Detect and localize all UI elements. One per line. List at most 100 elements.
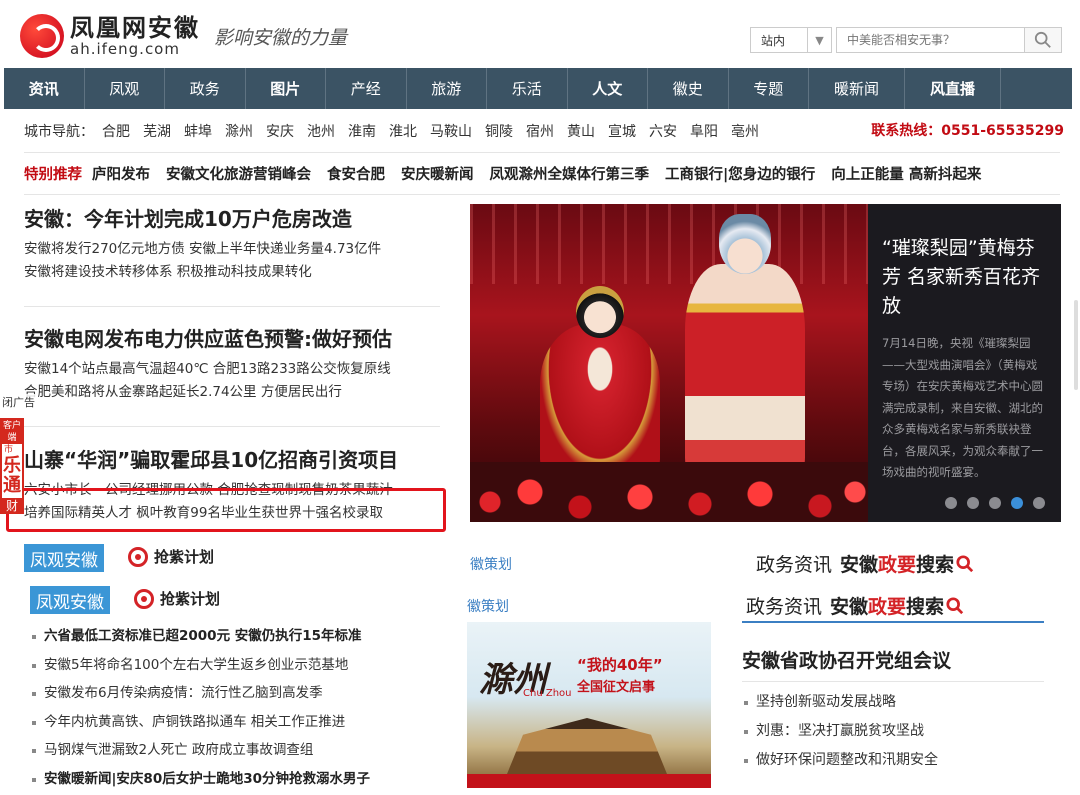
news-line[interactable]: 安徽将发行270亿元地方债 安徽上半年快递业务量4.73亿件 (24, 238, 444, 261)
list-item[interactable]: 今年内杭黄高铁、庐铜铁路拟通车 相关工作正推进 (30, 708, 450, 737)
search-button[interactable] (1024, 27, 1062, 53)
fengguan-tag[interactable]: 凤观安徽 (30, 586, 110, 614)
stage-flowers (470, 462, 868, 522)
nav-item-lehuo[interactable]: 乐活 (487, 68, 568, 109)
city-nav: 城市导航： 合肥 芜湖 蚌埠 滁州 安庆 池州 淮南 淮北 马鞍山 铜陵 宿州 … (24, 120, 1064, 142)
nav-item-fengguan[interactable]: 凤观 (85, 68, 165, 109)
city-link[interactable]: 阜阳 (690, 121, 718, 141)
gov-headline[interactable]: 安徽省政协召开党组会议 (742, 646, 951, 673)
carousel-dot[interactable] (945, 497, 957, 509)
news-line[interactable]: 安徽14个站点最高气温超40℃ 合肥13路233路公交恢复原线 (24, 358, 444, 381)
logo-url: ah.ifeng.com (70, 39, 180, 58)
divider (24, 152, 1060, 153)
recommend-link[interactable]: 庐阳发布 (92, 163, 150, 184)
chevron-down-icon[interactable]: ▼ (807, 28, 831, 52)
search-scope-select[interactable]: 站内 ▼ (750, 27, 832, 53)
city-link[interactable]: 滁州 (225, 121, 253, 141)
gov-tab-label: 政务资讯 (746, 596, 823, 618)
qiangzi-logo[interactable]: 抢紫计划 (134, 588, 220, 609)
nav-item-huishi[interactable]: 徽史 (648, 68, 729, 109)
city-link[interactable]: 淮南 (348, 121, 376, 141)
list-item[interactable]: 做好环保问题整改和汛期安全 (744, 746, 938, 775)
close-ad-button[interactable]: 闭广告 (2, 394, 35, 410)
chuzhou-poster[interactable]: 滁州 Chu Zhou “我的40年” 全国征文启事 (467, 622, 711, 788)
city-link[interactable]: 合肥 (102, 121, 130, 141)
list-item[interactable]: 六省最低工资标准已超2000元 安徽仍执行15年标准 (30, 622, 450, 651)
carousel-dot-active[interactable] (1011, 497, 1023, 509)
poster-band (467, 774, 711, 788)
nav-item-tupian[interactable]: 图片 (246, 68, 326, 109)
photo-carousel[interactable]: “璀璨梨园”黄梅芬芳 名家新秀百花齐放 7月14日晚，央视《璀璨梨园——大型戏曲… (470, 204, 1061, 522)
recommend-link[interactable]: 食安合肥 (327, 163, 385, 184)
city-link[interactable]: 蚌埠 (184, 121, 212, 141)
search-scope-label: 站内 (761, 33, 786, 48)
hui-cehua-link[interactable]: 徽策划 (470, 554, 512, 574)
city-link[interactable]: 宣城 (608, 121, 636, 141)
fengguan-tag[interactable]: 凤观安徽 (24, 544, 104, 572)
recommend-link[interactable]: 工商银行|您身边的银行 (665, 163, 815, 184)
list-item[interactable]: 马钢煤气泄漏致2人死亡 政府成立事故调查组 (30, 736, 450, 765)
heart-icon (134, 588, 154, 609)
nav-item-lvyou[interactable]: 旅游 (407, 68, 487, 109)
city-link[interactable]: 宿州 (526, 121, 554, 141)
search-icon (946, 596, 964, 614)
carousel-dot[interactable] (967, 497, 979, 509)
city-link[interactable]: 六安 (649, 121, 677, 141)
floating-ad[interactable]: 客户端 市 乐通 财 (0, 418, 24, 514)
poster-pinyin: Chu Zhou (523, 688, 572, 699)
list-item[interactable]: 坚持创新驱动发展战略 (744, 688, 938, 717)
city-link[interactable]: 铜陵 (485, 121, 513, 141)
fengguan-list: 六省最低工资标准已超2000元 安徽仍执行15年标准 安徽5年将命名100个左右… (30, 622, 450, 794)
nav-item-nuanxinwen[interactable]: 暖新闻 (809, 68, 905, 109)
search-input[interactable] (836, 27, 1024, 53)
hui-cehua-link[interactable]: 徽策划 (467, 596, 509, 616)
gov-tab-label: 政务资讯 (756, 554, 833, 576)
news-line[interactable]: 合肥美和路将从金寨路起延长2.74公里 方便居民出行 (24, 381, 444, 404)
divider (742, 621, 1044, 623)
gov-header[interactable]: 政务资讯 安徽政要搜索 (746, 592, 964, 619)
highlight-box (6, 488, 446, 532)
nav-item-zhengwu[interactable]: 政务 (165, 68, 246, 109)
nav-item-zixun[interactable]: 资讯 (4, 68, 85, 109)
city-link[interactable]: 马鞍山 (430, 121, 472, 141)
site-logo[interactable]: 凤凰网安徽 ah.ifeng.com 影响安徽的力量 (20, 14, 347, 58)
carousel-dot[interactable] (1033, 497, 1045, 509)
city-link[interactable]: 淮北 (389, 121, 417, 141)
divider (24, 194, 1060, 195)
carousel-dots (945, 497, 1055, 509)
recommend-link[interactable]: 安徽文化旅游营销峰会 (166, 163, 311, 184)
qiangzi-label: 抢紫计划 (160, 590, 221, 608)
gov-list: 坚持创新驱动发展战略 刘惠：坚决打赢脱贫攻坚战 做好环保问题整改和汛期安全 (744, 688, 938, 775)
news-headline[interactable]: 安徽：今年计划完成10万户危房改造 (24, 205, 444, 233)
news-headline[interactable]: 安徽电网发布电力供应蓝色预警:做好预估 (24, 325, 444, 353)
city-link[interactable]: 芜湖 (143, 121, 171, 141)
nav-item-fengzhibo[interactable]: 风直播 (905, 68, 1001, 109)
recommend-link[interactable]: 凤观滁州全媒体行第三季 (490, 163, 650, 184)
carousel-desc: 7月14日晚，央视《璀璨梨园——大型戏曲演唱会》（黄梅戏专场）在安庆黄梅戏艺术中… (882, 336, 1043, 479)
recommend-link[interactable]: 向上正能量 高新抖起来 (831, 163, 981, 184)
divider (742, 681, 1044, 682)
carousel-dot[interactable] (989, 497, 1001, 509)
news-line[interactable]: 安徽将建设技术转移体系 积极推动科技成果转化 (24, 261, 444, 284)
poster-subtitle: 全国征文启事 (577, 680, 656, 695)
ad-text: 乐通 (3, 455, 21, 496)
list-item[interactable]: 安徽暖新闻|安庆80后女护士跪地30分钟抢救溺水男子 (30, 765, 450, 794)
list-item[interactable]: 安徽发布6月传染病疫情：流行性乙脑到高发季 (30, 679, 450, 708)
list-item[interactable]: 刘惠：坚决打赢脱贫攻坚战 (744, 717, 938, 746)
carousel-title[interactable]: “璀璨梨园”黄梅芬芳 名家新秀百花齐放 (882, 234, 1047, 321)
search-bar: 站内 ▼ (750, 27, 1062, 53)
nav-item-zhuanti[interactable]: 专题 (729, 68, 809, 109)
qiangzi-logo[interactable]: 抢紫计划 (128, 546, 214, 567)
city-link[interactable]: 池州 (307, 121, 335, 141)
carousel-image[interactable] (470, 204, 868, 522)
city-link[interactable]: 亳州 (731, 121, 759, 141)
list-item[interactable]: 安徽5年将命名100个左右大学生返乡创业示范基地 (30, 651, 450, 680)
scrollbar[interactable] (1074, 300, 1078, 390)
news-headline[interactable]: 山寨“华润”骗取霍邱县10亿招商引资项目 (24, 446, 444, 474)
nav-item-renwen[interactable]: 人文 (568, 68, 648, 109)
gov-header[interactable]: 政务资讯 安徽政要搜索 (756, 550, 974, 577)
city-link[interactable]: 安庆 (266, 121, 294, 141)
city-link[interactable]: 黄山 (567, 121, 595, 141)
recommend-link[interactable]: 安庆暖新闻 (401, 163, 474, 184)
nav-item-chanjing[interactable]: 产经 (326, 68, 407, 109)
